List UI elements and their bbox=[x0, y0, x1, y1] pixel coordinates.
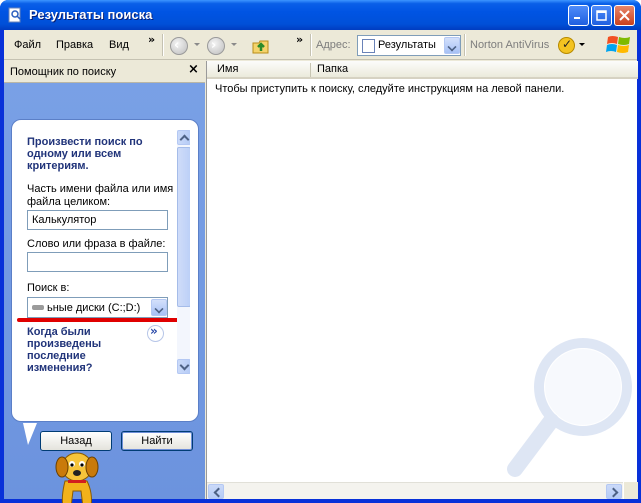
window-client: Файл Правка Вид » ‹ › » Адрес: Результат… bbox=[4, 30, 638, 503]
search-results-page-icon bbox=[362, 39, 375, 53]
find-button[interactable]: Найти bbox=[121, 431, 193, 451]
expand-chevron-icon[interactable]: » bbox=[147, 324, 164, 342]
toolbar-separator bbox=[464, 34, 466, 56]
maximize-button[interactable] bbox=[591, 5, 612, 26]
filename-label-line2: файла целиком: bbox=[27, 196, 111, 208]
when-heading-line2[interactable]: произведены bbox=[27, 338, 101, 350]
menu-view[interactable]: Вид bbox=[109, 39, 129, 51]
maximize-icon bbox=[596, 10, 607, 21]
toolbar-separator bbox=[162, 34, 164, 56]
magnifier-watermark-icon bbox=[507, 338, 632, 477]
results-pane: Имя Папка Чтобы приступить к поиску, сле… bbox=[206, 61, 638, 499]
phrase-input[interactable] bbox=[27, 252, 168, 272]
scroll-right-button[interactable] bbox=[606, 484, 622, 499]
look-in-select[interactable]: ьные диски (C:;D:) bbox=[27, 297, 168, 318]
search-pane-header: Помощник по поиску × bbox=[4, 61, 205, 83]
menu-overflow-chevron[interactable]: » bbox=[148, 33, 155, 46]
address-label: Адрес: bbox=[316, 39, 351, 51]
filename-input[interactable]: Калькулятор bbox=[27, 210, 168, 230]
close-window-button[interactable] bbox=[614, 5, 635, 26]
look-in-value: ьные диски (C:;D:) bbox=[47, 302, 141, 314]
red-highlight-line bbox=[17, 318, 190, 322]
toolbar-overflow-chevron[interactable]: » bbox=[296, 33, 303, 46]
folder-up-icon[interactable] bbox=[251, 36, 271, 56]
menu-file[interactable]: Файл bbox=[14, 39, 41, 51]
search-assistant-bubble: Произвести поиск по одному или всем крит… bbox=[11, 119, 199, 451]
window-title: Результаты поиска bbox=[29, 7, 153, 22]
address-dropdown-button[interactable] bbox=[444, 37, 460, 54]
search-form-scroll-area: Произвести поиск по одному или всем крит… bbox=[17, 130, 190, 374]
forward-dropdown-icon[interactable] bbox=[231, 43, 237, 46]
search-dog-icon[interactable] bbox=[47, 447, 109, 503]
scroll-down-button[interactable] bbox=[177, 359, 190, 374]
scroll-thumb[interactable] bbox=[177, 147, 190, 307]
look-in-dropdown-button[interactable] bbox=[151, 299, 167, 316]
forward-nav-icon[interactable]: › bbox=[207, 37, 225, 55]
when-heading-line1[interactable]: Когда были bbox=[27, 326, 91, 338]
minimize-icon bbox=[574, 17, 580, 19]
search-heading-line2: одному или всем bbox=[27, 148, 122, 160]
form-vertical-scrollbar[interactable] bbox=[177, 130, 190, 374]
norton-icon[interactable] bbox=[558, 37, 575, 54]
phrase-label: Слово или фраза в файле: bbox=[27, 238, 166, 250]
when-heading-line3[interactable]: последние bbox=[27, 350, 86, 362]
search-window-icon bbox=[8, 7, 21, 23]
results-column-header: Имя Папка bbox=[207, 61, 638, 79]
norton-dropdown-icon[interactable] bbox=[579, 43, 585, 46]
address-combo[interactable]: Результаты bbox=[357, 35, 461, 56]
search-heading-line3: критериям. bbox=[27, 160, 89, 172]
scroll-up-button[interactable] bbox=[177, 130, 190, 145]
bubble-tail bbox=[23, 423, 37, 445]
search-companion-pane: Помощник по поиску × Произвести поиск по… bbox=[4, 61, 205, 503]
scroll-left-button[interactable] bbox=[208, 484, 224, 499]
address-value: Результаты bbox=[378, 39, 436, 51]
search-pane-title: Помощник по поиску bbox=[10, 66, 117, 78]
search-results-window: Результаты поиска Файл Правка Вид » ‹ › bbox=[0, 0, 641, 503]
menu-toolbar-row: Файл Правка Вид » ‹ › » Адрес: Результат… bbox=[4, 30, 637, 60]
when-heading-line4[interactable]: изменения? bbox=[27, 362, 93, 374]
filename-label-line1: Часть имени файла или имя bbox=[27, 183, 174, 195]
toolbar-separator bbox=[310, 34, 312, 56]
column-folder[interactable]: Папка bbox=[311, 63, 451, 77]
menu-edit[interactable]: Правка bbox=[56, 39, 93, 51]
back-nav-icon[interactable]: ‹ bbox=[170, 37, 188, 55]
title-bar[interactable]: Результаты поиска bbox=[0, 0, 641, 30]
minimize-button[interactable] bbox=[568, 5, 589, 26]
back-dropdown-icon[interactable] bbox=[194, 43, 200, 46]
results-hint-text: Чтобы приступить к поиску, следуйте инст… bbox=[215, 83, 565, 95]
results-horizontal-scrollbar[interactable] bbox=[207, 482, 623, 499]
close-pane-icon[interactable]: × bbox=[188, 62, 199, 77]
search-heading-line1: Произвести поиск по bbox=[27, 136, 143, 148]
column-name[interactable]: Имя bbox=[211, 63, 311, 77]
norton-antivirus-label[interactable]: Norton AntiVirus bbox=[470, 39, 549, 51]
hard-drive-icon bbox=[32, 305, 44, 310]
look-in-label: Поиск в: bbox=[27, 282, 70, 294]
size-grip[interactable] bbox=[624, 482, 638, 499]
windows-logo-icon bbox=[606, 36, 630, 53]
close-icon bbox=[619, 10, 630, 21]
